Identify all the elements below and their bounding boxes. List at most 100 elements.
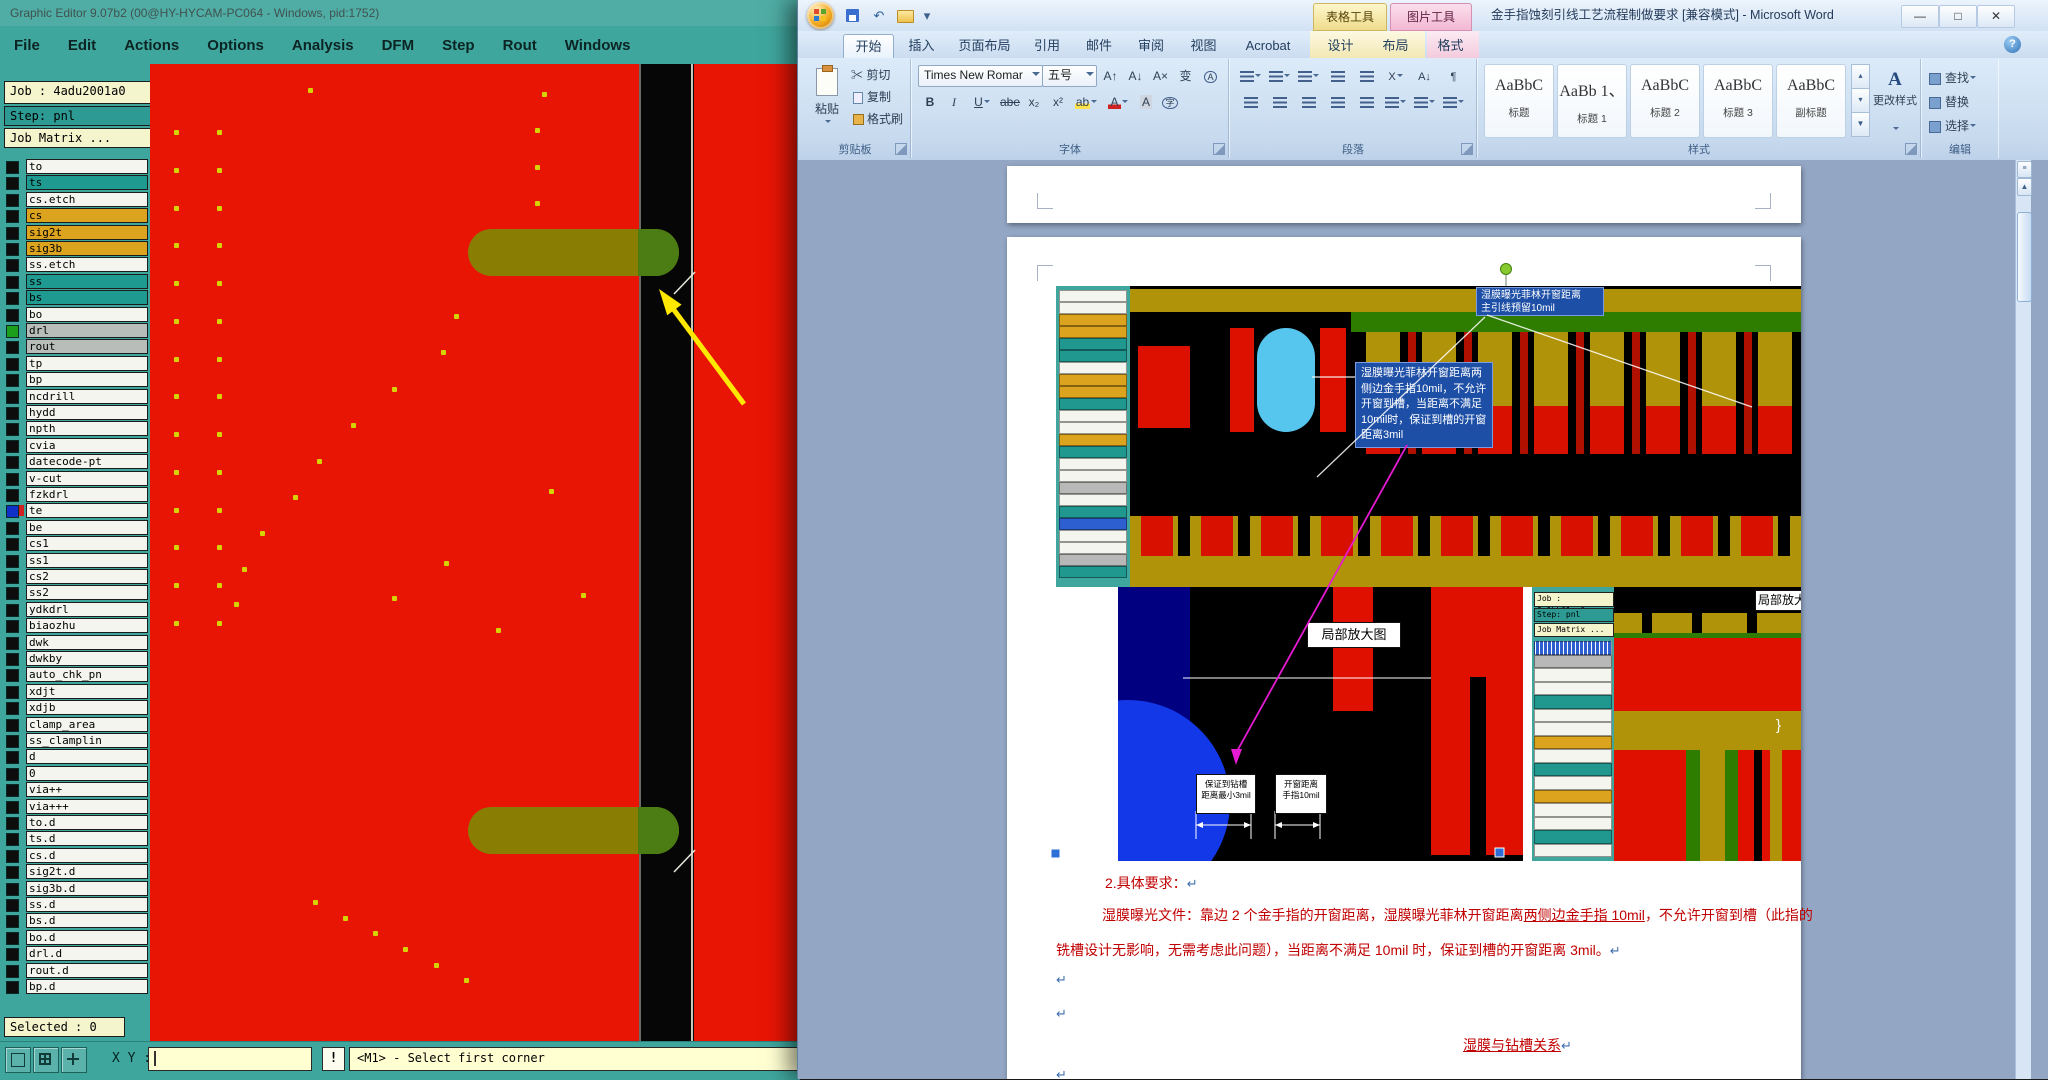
copy-button[interactable]: 复制 <box>850 87 910 109</box>
doc-heading[interactable]: 2.具体要求：↵ <box>1105 873 1198 893</box>
font-grow-font-button[interactable]: A↑ <box>1098 65 1123 87</box>
layer-name[interactable]: fzkdrl <box>26 487 148 502</box>
clipboard-dialog-launcher[interactable] <box>895 143 907 155</box>
layer-color-indicator[interactable] <box>6 833 19 847</box>
menu-analysis[interactable]: Analysis <box>292 37 354 54</box>
select-mode-button[interactable] <box>5 1047 31 1073</box>
document-area[interactable]: 湿膜曝光菲林开窗距离两 侧边金手指10mil，不允许 开窗到槽，当距离不满足 10mi… <box>798 160 2048 1079</box>
style-card-标题 1[interactable]: AaBb 1、 标题 1 <box>1557 64 1627 138</box>
menu-edit[interactable]: Edit <box>68 37 96 54</box>
layer-color-indicator[interactable] <box>6 407 19 420</box>
layer-color-indicator[interactable] <box>6 866 19 880</box>
menu-windows[interactable]: Windows <box>565 37 631 54</box>
layer-name[interactable]: sig3b.d <box>26 880 148 896</box>
layer-row-ss[interactable]: ss <box>0 273 150 290</box>
layer-row-bs[interactable]: bs <box>0 290 150 306</box>
layer-color-indicator[interactable] <box>6 587 19 601</box>
styles-scroll-down[interactable]: ▾ <box>1851 88 1870 113</box>
page-current[interactable]: 湿膜曝光菲林开窗距离两 侧边金手指10mil，不允许 开窗到槽，当距离不满足 10mi… <box>1007 237 1813 1079</box>
open-button[interactable] <box>894 6 916 25</box>
office-button[interactable] <box>807 2 834 29</box>
help-button[interactable]: ? <box>2004 36 2021 53</box>
layer-name[interactable]: tp <box>26 355 148 371</box>
layer-color-indicator[interactable] <box>6 849 19 863</box>
layer-name[interactable]: ts.d <box>26 831 148 847</box>
layer-color-indicator[interactable] <box>6 439 19 453</box>
font-character-shading-button[interactable]: A <box>1134 91 1158 113</box>
layer-row-cs2[interactable]: cs2 <box>0 569 150 585</box>
styles-dialog-launcher[interactable] <box>1905 143 1917 155</box>
layer-color-indicator[interactable] <box>6 308 19 322</box>
layer-name[interactable]: te <box>26 503 148 519</box>
doc-paragraph-line2[interactable]: 铣槽设计无影响，无需考虑此问题），当距离不满足 10mil 时，保证到槽的开窗距… <box>1056 940 1621 960</box>
layer-name[interactable]: 0 <box>26 765 148 781</box>
paragraph-line-spacing-button[interactable] <box>1381 91 1410 113</box>
paragraph-align-right-button[interactable] <box>1294 91 1323 113</box>
layer-row-bp.d[interactable]: bp.d <box>0 979 150 995</box>
font-shrink-font-button[interactable]: A↓ <box>1123 65 1148 87</box>
layer-row-npth[interactable]: npth <box>0 421 150 437</box>
tab-引用[interactable]: 引用 <box>1025 34 1069 57</box>
paragraph-bullets-button[interactable] <box>1236 65 1265 87</box>
font-text-highlight-button[interactable]: ab <box>1070 91 1102 113</box>
layer-row-sig3b.d[interactable]: sig3b.d <box>0 880 150 897</box>
undo-button[interactable]: ↶ <box>868 6 890 25</box>
layer-row-ncdrill[interactable]: ncdrill <box>0 388 150 405</box>
layer-color-indicator[interactable] <box>6 915 19 929</box>
grid-toggle-button[interactable] <box>33 1047 59 1073</box>
layer-name[interactable]: clamp_area <box>26 716 148 732</box>
layer-name[interactable]: hydd <box>26 405 148 420</box>
layer-row-auto_chk_pn[interactable]: auto_chk_pn <box>0 667 150 683</box>
layer-color-indicator[interactable] <box>6 817 19 830</box>
layer-name[interactable]: d <box>26 749 148 765</box>
layer-name[interactable]: via+++ <box>26 798 148 814</box>
layer-color-indicator[interactable] <box>6 505 19 519</box>
tab-视图[interactable]: 视图 <box>1181 34 1226 57</box>
layer-row-via++[interactable]: via++ <box>0 782 150 798</box>
format-painter-button[interactable]: 格式刷 <box>850 109 910 131</box>
layer-name[interactable]: sig2t.d <box>26 864 148 880</box>
paragraph-shading-button[interactable] <box>1410 91 1439 113</box>
layer-color-indicator[interactable] <box>6 325 19 338</box>
layer-name[interactable]: rout.d <box>26 962 148 978</box>
layer-row-bp[interactable]: bp <box>0 372 150 388</box>
layer-row-bs.d[interactable]: bs.d <box>0 913 150 929</box>
layer-color-indicator[interactable] <box>6 226 19 240</box>
layer-row-fzkdrl[interactable]: fzkdrl <box>0 487 150 503</box>
layer-name[interactable]: ss1 <box>26 552 148 568</box>
layer-name[interactable]: drl <box>26 323 148 338</box>
layer-color-indicator[interactable] <box>6 767 19 781</box>
layer-color-indicator[interactable] <box>6 751 19 765</box>
layer-row-sig2t.d[interactable]: sig2t.d <box>0 864 150 880</box>
font-superscript-button[interactable]: x² <box>1046 91 1070 113</box>
font-family-combo[interactable]: Times New Romar <box>918 65 1043 87</box>
menu-step[interactable]: Step <box>442 37 475 54</box>
coordinate-input[interactable] <box>148 1047 312 1071</box>
layer-color-indicator[interactable] <box>6 521 19 535</box>
layer-row-drl.d[interactable]: drl.d <box>0 946 150 962</box>
layer-name[interactable]: cs.d <box>26 847 148 863</box>
minimize-button[interactable]: — <box>1901 5 1939 28</box>
paragraph-borders-button[interactable] <box>1439 91 1468 113</box>
find-button[interactable]: 查找 <box>1926 67 1996 89</box>
tab-格式[interactable]: 格式 <box>1427 34 1474 57</box>
layer-row-sig3b[interactable]: sig3b <box>0 241 150 257</box>
layer-row-hydd[interactable]: hydd <box>0 405 150 421</box>
layer-name[interactable]: auto_chk_pn <box>26 667 148 683</box>
layer-color-indicator[interactable] <box>6 718 19 732</box>
replace-button[interactable]: 替换 <box>1926 91 1996 113</box>
change-styles-button[interactable]: A 更改样式 <box>1872 64 1918 144</box>
layer-color-indicator[interactable] <box>6 259 19 273</box>
layer-name[interactable]: ss <box>26 273 148 289</box>
layer-name[interactable]: ss.d <box>26 897 148 912</box>
layer-name[interactable]: ts <box>26 175 148 191</box>
font-dialog-launcher[interactable] <box>1213 143 1225 155</box>
layer-row-d[interactable]: d <box>0 749 150 765</box>
paragraph-asian-layout-button[interactable]: X <box>1381 65 1410 87</box>
layer-name[interactable]: cs <box>26 208 148 224</box>
font-enclose-characters-button[interactable]: 字 <box>1158 91 1182 113</box>
pcb-canvas[interactable] <box>150 64 800 1041</box>
layer-name[interactable]: be <box>26 519 148 535</box>
paragraph-justify-button[interactable] <box>1323 91 1352 113</box>
layer-name[interactable]: xdjt <box>26 683 148 699</box>
